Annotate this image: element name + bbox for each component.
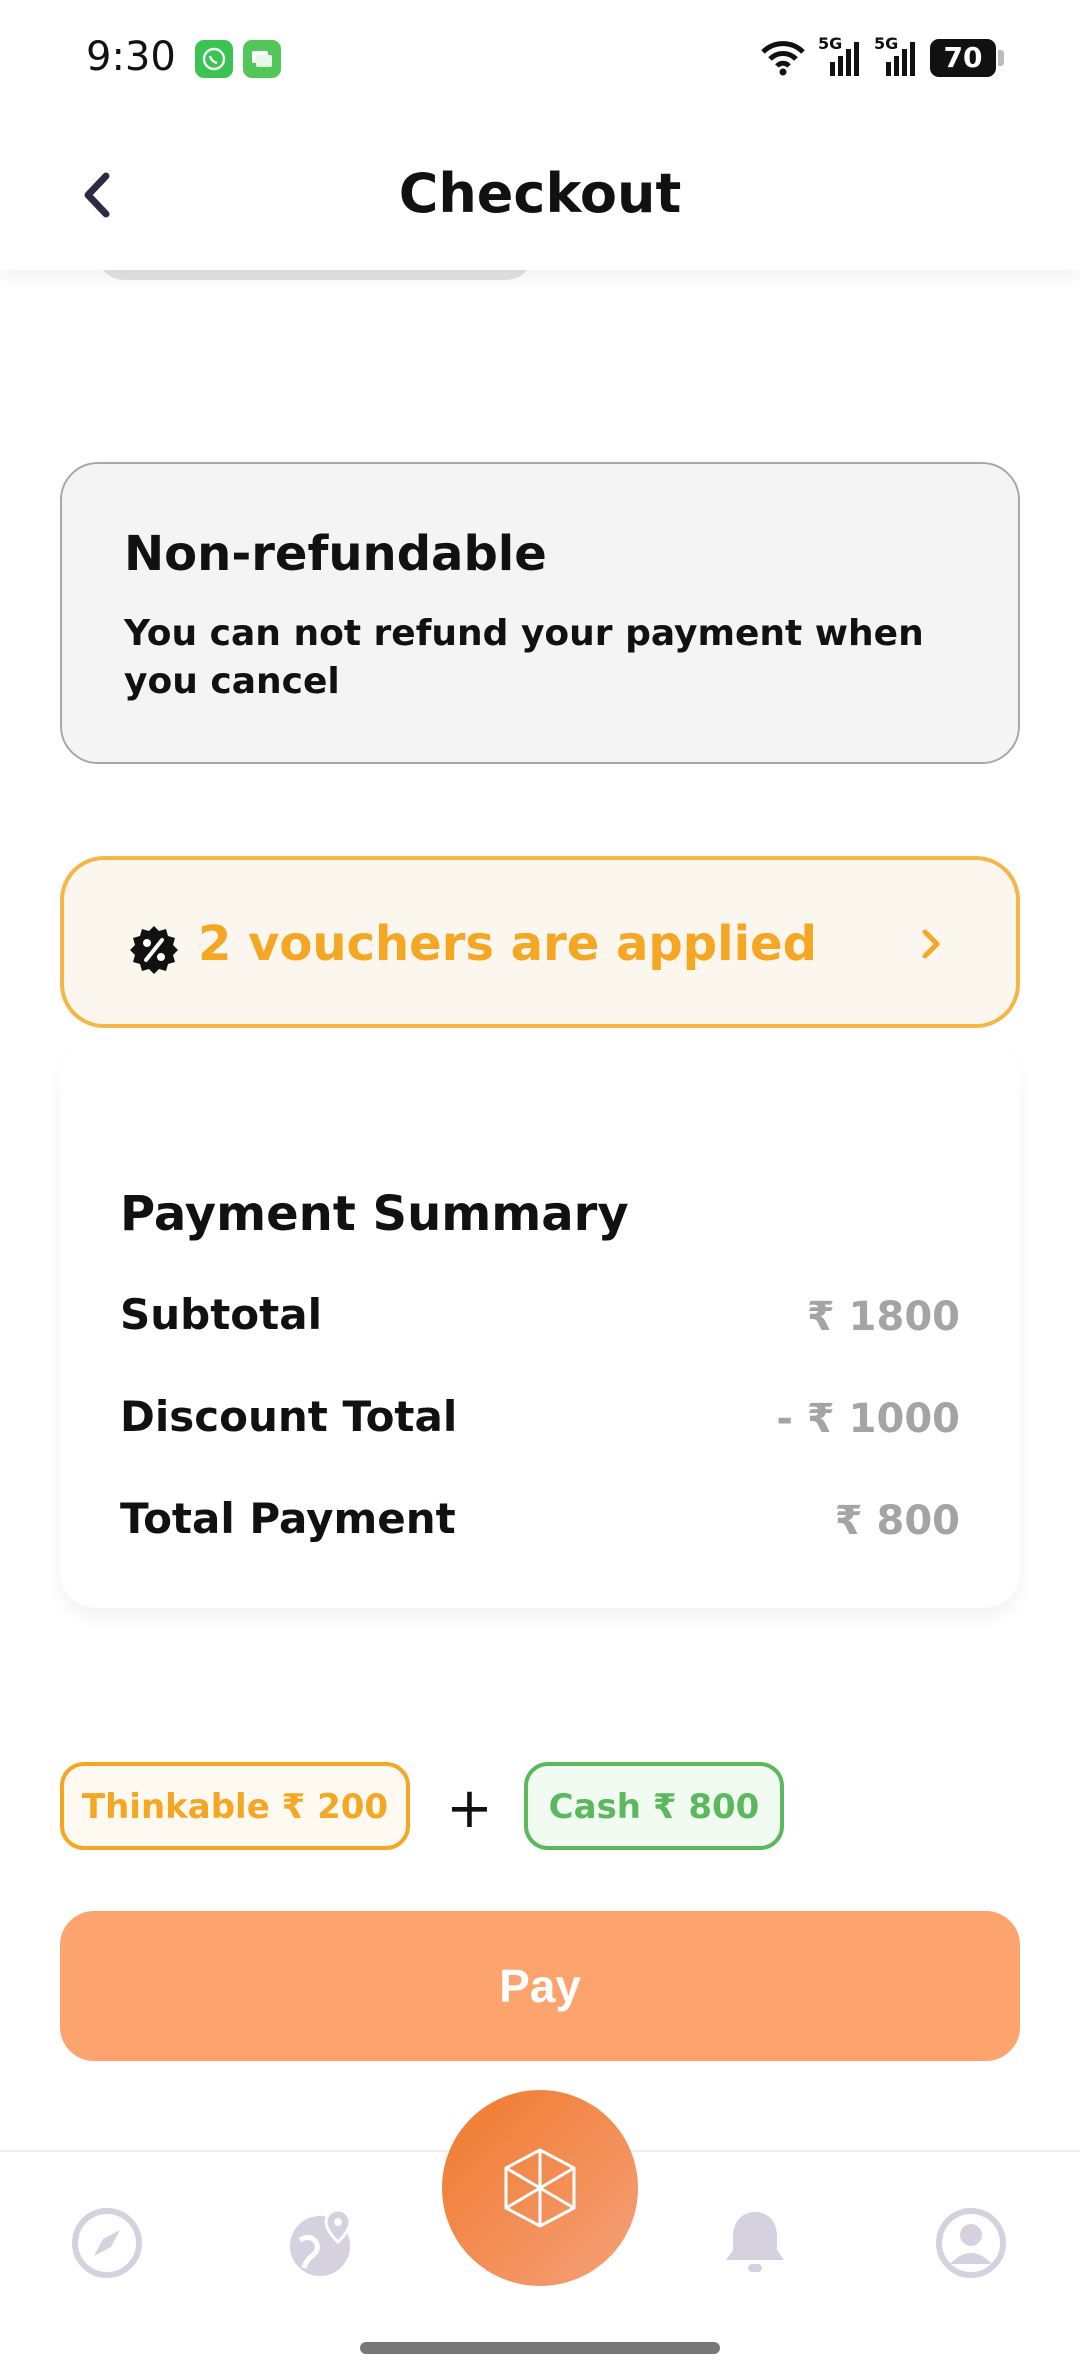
nav-explore[interactable] [70,2206,144,2280]
app-header: Checkout [0,120,1080,270]
vouchers-applied-button[interactable]: 2 vouchers are applied [60,856,1020,1028]
cellular-signal-icon-2: 5G [874,34,918,78]
summary-row-total: Total Payment ₹ 800 [120,1494,960,1554]
profile-icon [936,2208,1006,2278]
cube-icon [504,2148,576,2228]
summary-row-discount: Discount Total - ₹ 1000 [120,1392,960,1452]
payment-summary-title: Payment Summary [120,1186,629,1242]
status-icons: 5G 5G 70 [760,34,1004,78]
pay-button[interactable]: Pay [60,1911,1020,2061]
whatsapp-notification-icon [195,40,233,78]
discount-badge-icon [128,924,180,976]
battery-icon: 70 [930,39,1004,77]
page-title: Checkout [398,162,682,225]
nav-profile[interactable] [934,2206,1008,2280]
nav-map[interactable] [286,2206,360,2280]
status-bar: 9:30 5G 5G 70 [0,0,1080,120]
vouchers-applied-label: 2 vouchers are applied [198,916,817,972]
cellular-signal-icon-1: 5G [818,34,862,78]
summary-label: Subtotal [120,1290,322,1339]
home-indicator[interactable] [360,2342,720,2354]
plus-sign: + [446,1776,493,1841]
nav-center-action[interactable] [442,2090,638,2286]
policy-description: You can not refund your payment when you… [124,613,924,702]
messages-notification-icon [243,40,281,78]
chevron-right-icon [916,922,946,966]
network-type-label-2: 5G [874,34,899,53]
status-time: 9:30 [86,34,176,80]
summary-value: ₹ 800 [834,1498,960,1544]
refund-policy-card: Non-refundable You can not refund your p… [60,462,1020,764]
network-type-label: 5G [818,34,843,53]
thinkable-amount-chip: Thinkable ₹ 200 [60,1762,410,1850]
policy-title: Non-refundable [124,526,547,582]
payment-summary-card: Payment Summary Subtotal ₹ 1800 Discount… [60,1040,1020,1608]
bell-icon [726,2212,784,2272]
wifi-icon [761,41,805,76]
nav-notifications[interactable] [718,2206,792,2280]
compass-icon [72,2208,142,2278]
summary-label: Total Payment [120,1494,456,1543]
summary-row-subtotal: Subtotal ₹ 1800 [120,1290,960,1350]
summary-value: ₹ 1800 [806,1294,960,1340]
cash-amount-chip: Cash ₹ 800 [524,1762,784,1850]
summary-value: - ₹ 1000 [776,1396,960,1442]
summary-label: Discount Total [120,1392,458,1441]
globe-pin-icon [290,2208,352,2276]
